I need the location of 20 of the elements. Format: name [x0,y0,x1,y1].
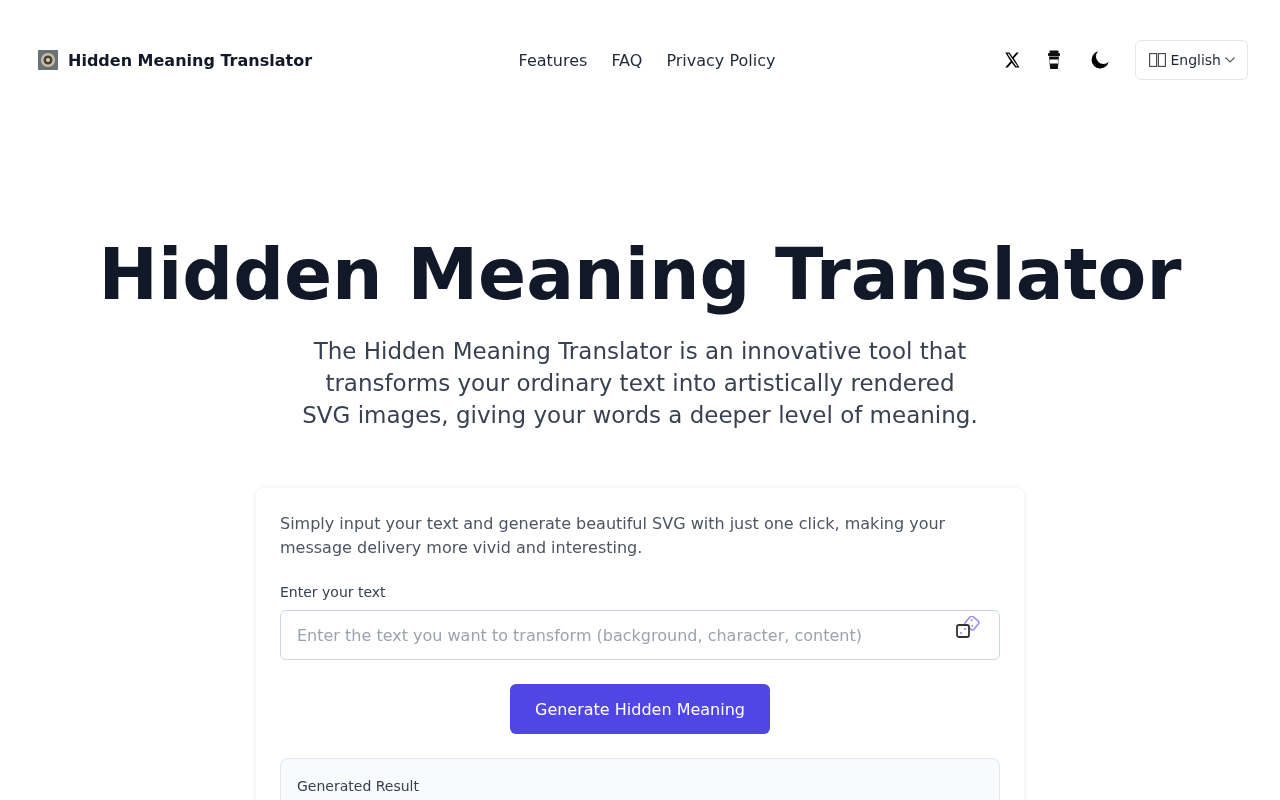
nav-link[interactable]: Features [518,50,588,70]
missing-glyph-icon [1149,53,1167,67]
result-title: Generated Result [297,778,419,794]
logo-icon [38,50,58,70]
card-intro: Simply input your text and generate beautiful SVG with just one click, making your message delivery more vivid and interesting. [280,513,947,559]
nav-link[interactable]: Privacy Policy [666,50,776,70]
text-input-field[interactable]: Enter the text you want to transform (background, character, content) [280,610,1000,660]
coffee-button[interactable] [1047,50,1062,70]
dice-icon[interactable] [956,616,980,638]
hero-description: The Hidden Meaning Translator is an innovative tool that transforms your ordinary text into artistically rendered SVG images, giving your words a deeper level of meaning. [302,337,978,430]
chevron-down-icon [1225,57,1235,63]
x-logo-button[interactable] [1003,51,1022,69]
language-selector[interactable]: English [1135,40,1248,80]
coffee-cup-icon [1047,50,1062,70]
site-title: Hidden Meaning Translator [68,50,313,70]
hero-title: Hidden Meaning Translator [98,234,1182,316]
x-logo-icon [1003,51,1022,69]
nav-link[interactable]: FAQ [611,50,643,70]
input-label: Enter your text [280,583,387,602]
generate-button[interactable]: Generate Hidden Meaning [510,684,770,734]
